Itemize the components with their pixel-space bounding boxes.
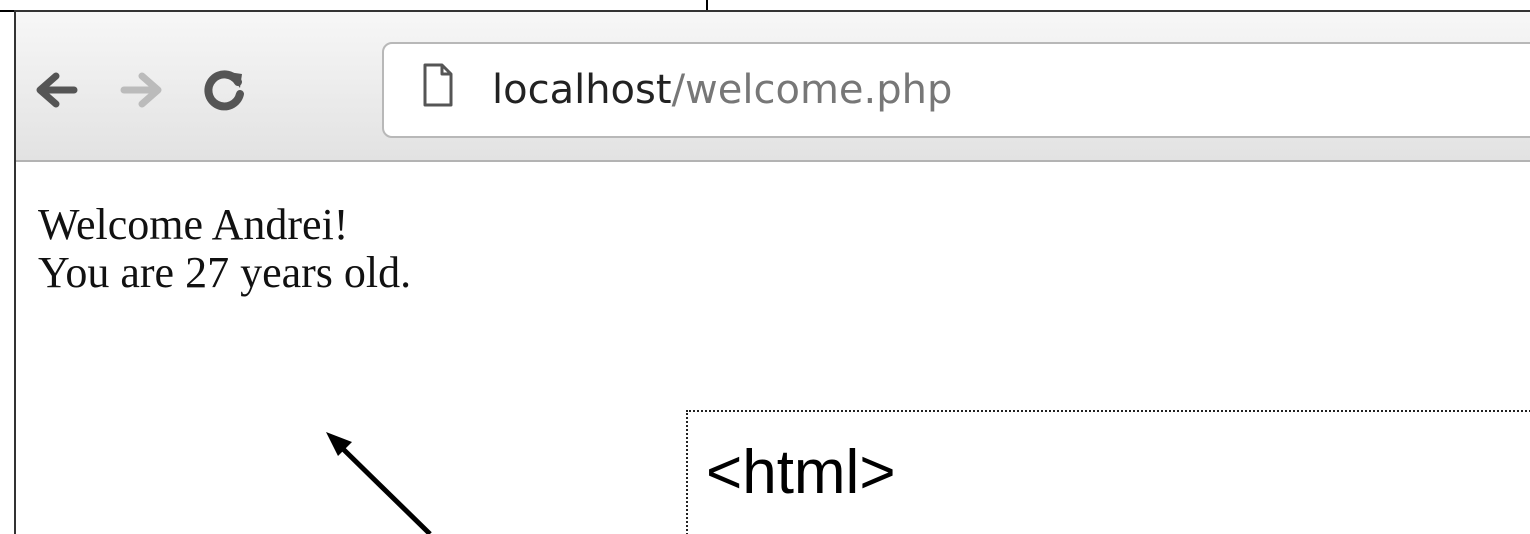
page-icon [422,62,454,113]
forward-button[interactable] [112,60,172,120]
back-arrow-icon [36,72,78,108]
url-host: localhost [492,67,672,113]
url-text: localhost/welcome.php [492,66,952,114]
back-button[interactable] [26,60,86,120]
welcome-text: Welcome Andrei! [38,200,349,249]
reload-button[interactable] [194,60,254,120]
reload-icon [204,70,244,111]
code-text: <html> [706,438,896,507]
browser-toolbar: localhost/welcome.php [16,12,1530,162]
code-box: <html> [686,410,1530,534]
forward-arrow-icon [120,72,162,108]
age-text: You are 27 years old. [38,248,412,297]
url-path: /welcome.php [671,67,953,113]
address-bar[interactable]: localhost/welcome.php [382,42,1530,138]
